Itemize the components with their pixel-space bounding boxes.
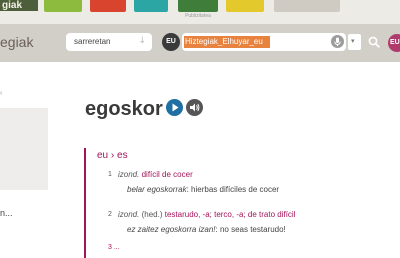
usage-tag: (hed.) [141,210,163,219]
sense-definition: izond. difícil de cocer [118,170,193,179]
chevron-down-icon: ▾ [351,37,355,45]
ad-tile-teal[interactable] [134,0,168,12]
ad-tile-darkgreen[interactable] [178,0,218,12]
language-pair: eu › es [97,150,128,161]
sense-definition: izond. (hed.) testarudo, -a; terco, -a; … [118,210,295,219]
search-box [182,33,346,51]
ad-tile-yellow[interactable] [226,0,264,12]
example-source: ez zaitez egoskorra izan! [127,225,216,234]
example-source: belar egoskorrak [127,185,187,194]
direction-select[interactable]: sarreretan ↓ [66,33,152,51]
ad-tile-red[interactable] [90,0,126,12]
grammar-tag: izond. [118,210,140,219]
audio-button[interactable] [186,99,203,116]
grammar-tag: izond. [118,170,140,179]
sidebar-arrow-icon[interactable]: ‹ [0,90,2,97]
direction-select-label: sarreretan [74,37,111,46]
search-options-button[interactable]: ▾ [348,34,361,50]
search-input[interactable] [185,36,325,48]
microphone-icon [334,37,341,46]
usage-note: de trato difícil [247,210,296,219]
play-button[interactable] [166,99,183,116]
search-icon [368,36,380,48]
entry-rule [84,148,86,258]
sidebar-panel [0,108,48,190]
speaker-icon [190,103,200,112]
site-name[interactable]: egiak [0,34,33,50]
headword: egoskor [85,98,163,120]
sense-number: 1 [108,171,112,178]
search-button[interactable] [366,34,382,50]
play-icon [172,103,179,112]
sidebar-link[interactable]: n... [0,208,13,218]
arrow-down-icon: ↓ [138,36,146,46]
ad-tile-books[interactable] [274,0,340,12]
site-logo-top: giak [0,0,38,11]
example-translation: hierbas difíciles de cocer [191,185,280,194]
ad-strip: giak Publizitatea [0,0,400,24]
microphone-button[interactable] [331,35,344,48]
sense-number: 2 [108,211,112,218]
ad-tile-green[interactable] [44,0,82,12]
translation: testarudo, -a; terco, -a; [164,210,246,219]
user-avatar[interactable]: EU [388,34,400,52]
example-line: ez zaitez egoskorra izan!: no seas testa… [127,225,286,234]
sponsor-caption: Publizitatea [185,13,211,19]
example-line: belar egoskorrak: hierbas difíciles de c… [127,185,280,194]
language-badge[interactable]: EU [162,33,180,51]
translation: difícil de cocer [141,170,193,179]
header-bar: egiak sarreretan ↓ EU ▾ EU [0,24,400,62]
example-translation: no seas testarudo! [219,225,286,234]
